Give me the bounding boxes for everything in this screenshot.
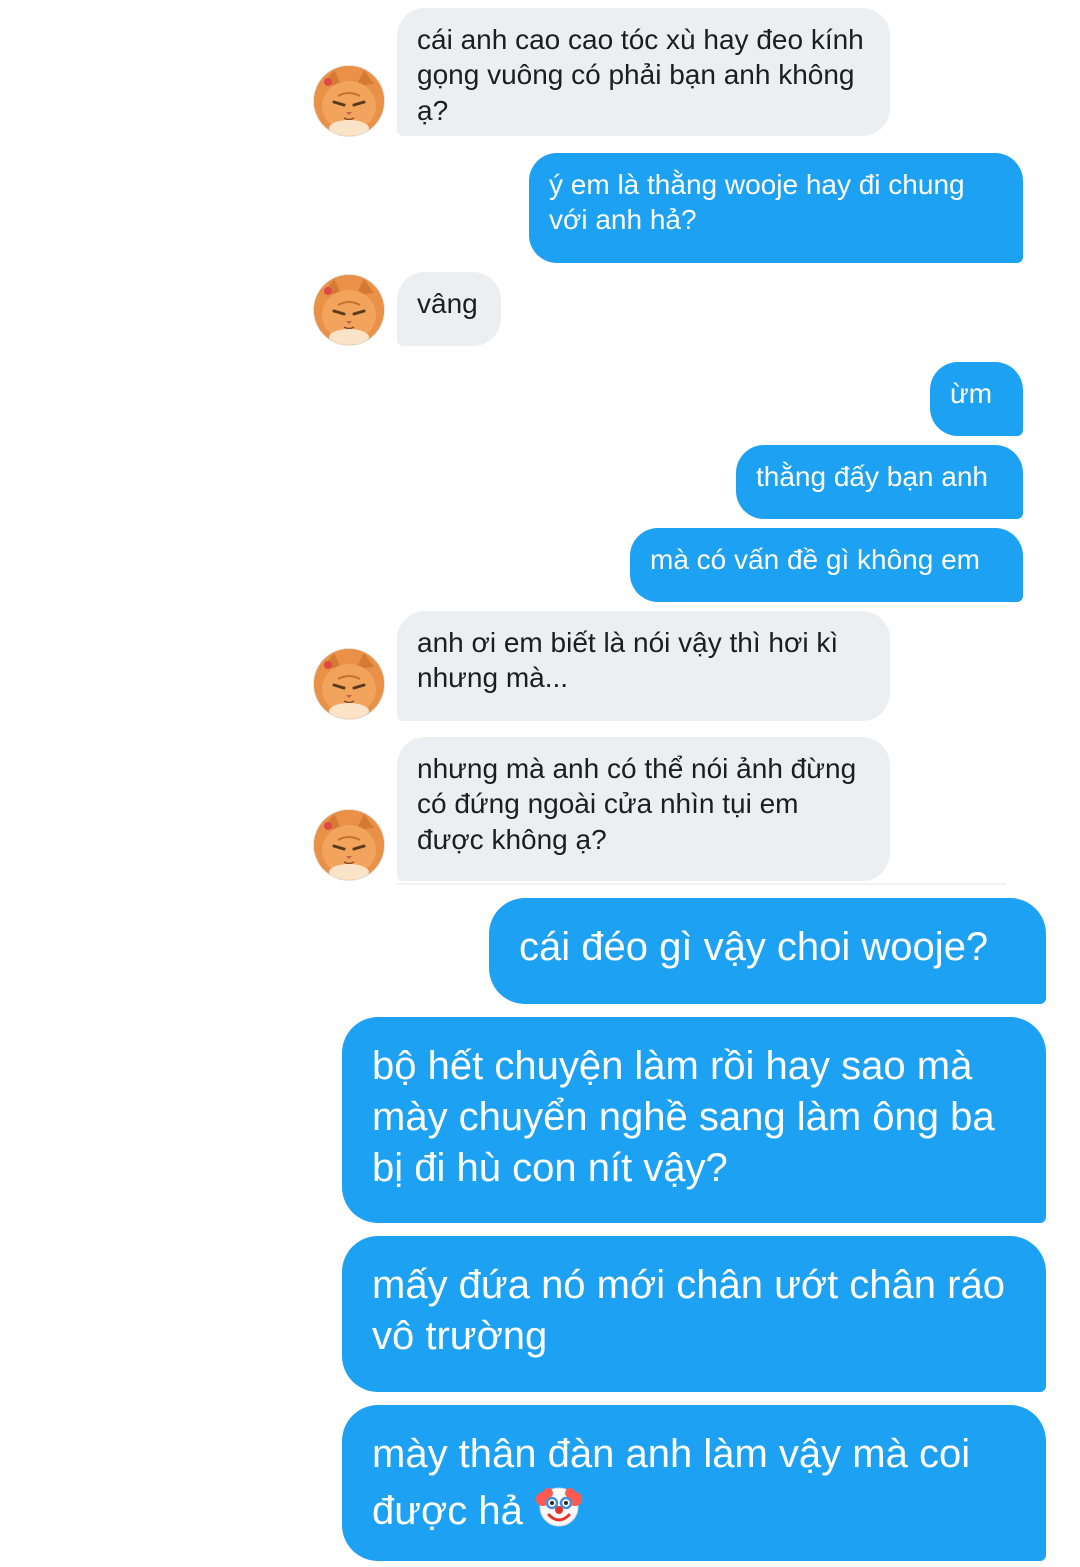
sent-message-9: cái đéo gì vậy choi wooje?	[489, 898, 1046, 1004]
sent-message-6: mà có vấn đề gì không em	[630, 528, 1023, 602]
sent-message-12-text: mày thân đàn anh làm vậy mà coi được hả	[372, 1432, 971, 1533]
orange-cat-avatar-icon	[314, 810, 384, 880]
sent-message-12: mày thân đàn anh làm vậy mà coi được hả	[342, 1405, 1046, 1561]
sent-message-10: bộ hết chuyện làm rồi hay sao mà mày chu…	[342, 1017, 1046, 1223]
sent-message-4: ừm	[930, 362, 1023, 436]
dm-conversation: cái anh cao cao tóc xù hay đeo kính gọng…	[0, 0, 1080, 1567]
orange-cat-avatar-icon	[314, 649, 384, 719]
received-message-3: vâng	[397, 272, 501, 346]
contact-avatar[interactable]	[314, 66, 384, 136]
clown-face-icon	[534, 1480, 584, 1543]
orange-cat-avatar-icon	[314, 66, 384, 136]
sent-message-5: thằng đấy bạn anh	[736, 445, 1023, 519]
screenshot-seam	[396, 883, 1006, 885]
sent-message-11: mấy đứa nó mới chân ướt chân ráo vô trườ…	[342, 1236, 1046, 1392]
received-message-1: cái anh cao cao tóc xù hay đeo kính gọng…	[397, 8, 890, 136]
contact-avatar[interactable]	[314, 810, 384, 880]
orange-cat-avatar-icon	[314, 275, 384, 345]
received-message-7: anh ơi em biết là nói vậy thì hơi kì như…	[397, 611, 890, 721]
sent-message-2: ý em là thằng wooje hay đi chung với anh…	[529, 153, 1023, 263]
contact-avatar[interactable]	[314, 649, 384, 719]
received-message-8: nhưng mà anh có thể nói ảnh đừng có đứng…	[397, 737, 890, 881]
contact-avatar[interactable]	[314, 275, 384, 345]
